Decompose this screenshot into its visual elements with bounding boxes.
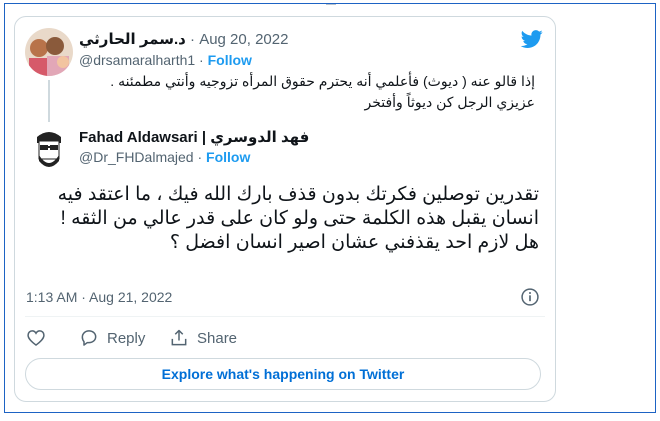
share-icon [171,329,187,346]
quoted-handle[interactable]: @drsamaralharth1 [79,52,195,68]
reply-author-name[interactable]: Fahad Aldawsari | فهد الدوسري [79,128,309,146]
reply-button[interactable]: Reply [79,328,145,348]
reply-icon [81,330,97,346]
quoted-author-row: د.سمر الحارثي · Aug 20, 2022 [79,30,288,48]
thread-connector [48,80,50,122]
separator-dot: · [199,52,208,68]
divider [25,316,545,317]
quoted-text-line: عزيزي الرجل كن ديوثاً وأفتخر [364,94,535,110]
quoted-follow-link[interactable]: Follow [208,52,252,68]
reply-tweet-text: تقدرين توصلين فكرتك بدون قذف بارك الله ف… [57,184,539,253]
like-button[interactable] [26,328,46,348]
reply-label: Reply [107,329,146,347]
reply-follow-link[interactable]: Follow [206,149,250,165]
avatar[interactable] [25,28,73,76]
quoted-handle-row: @drsamaralharth1 · Follow [79,52,252,68]
quoted-text-line: إذا قالو عنه ( ديوث) فأعلمي أنه يحترم حق… [110,73,535,89]
avatar[interactable] [25,125,73,173]
share-button[interactable]: Share [169,328,237,348]
quoted-author-name[interactable]: د.سمر الحارثي [79,31,186,48]
separator-dot: · [190,31,200,48]
share-label: Share [197,329,238,347]
quoted-date[interactable]: Aug 20, 2022 [199,31,288,48]
reply-handle[interactable]: @Dr_FHDalmajed [79,149,194,165]
reply-handle-row: @Dr_FHDalmajed · Follow [79,149,250,165]
tweet-card: د.سمر الحارثي · Aug 20, 2022 @drsamaralh… [14,16,556,402]
explore-twitter-button[interactable]: Explore what's happening on Twitter [25,358,541,390]
separator-dot: · [197,149,207,165]
tweet-timestamp[interactable]: 1:13 AM · Aug 21, 2022 [26,289,172,305]
info-icon[interactable] [520,287,540,307]
heart-icon [27,330,45,347]
quoted-tweet-text: إذا قالو عنه ( ديوث) فأعلمي أنه يحترم حق… [79,71,535,113]
twitter-bird-icon[interactable] [519,28,545,50]
